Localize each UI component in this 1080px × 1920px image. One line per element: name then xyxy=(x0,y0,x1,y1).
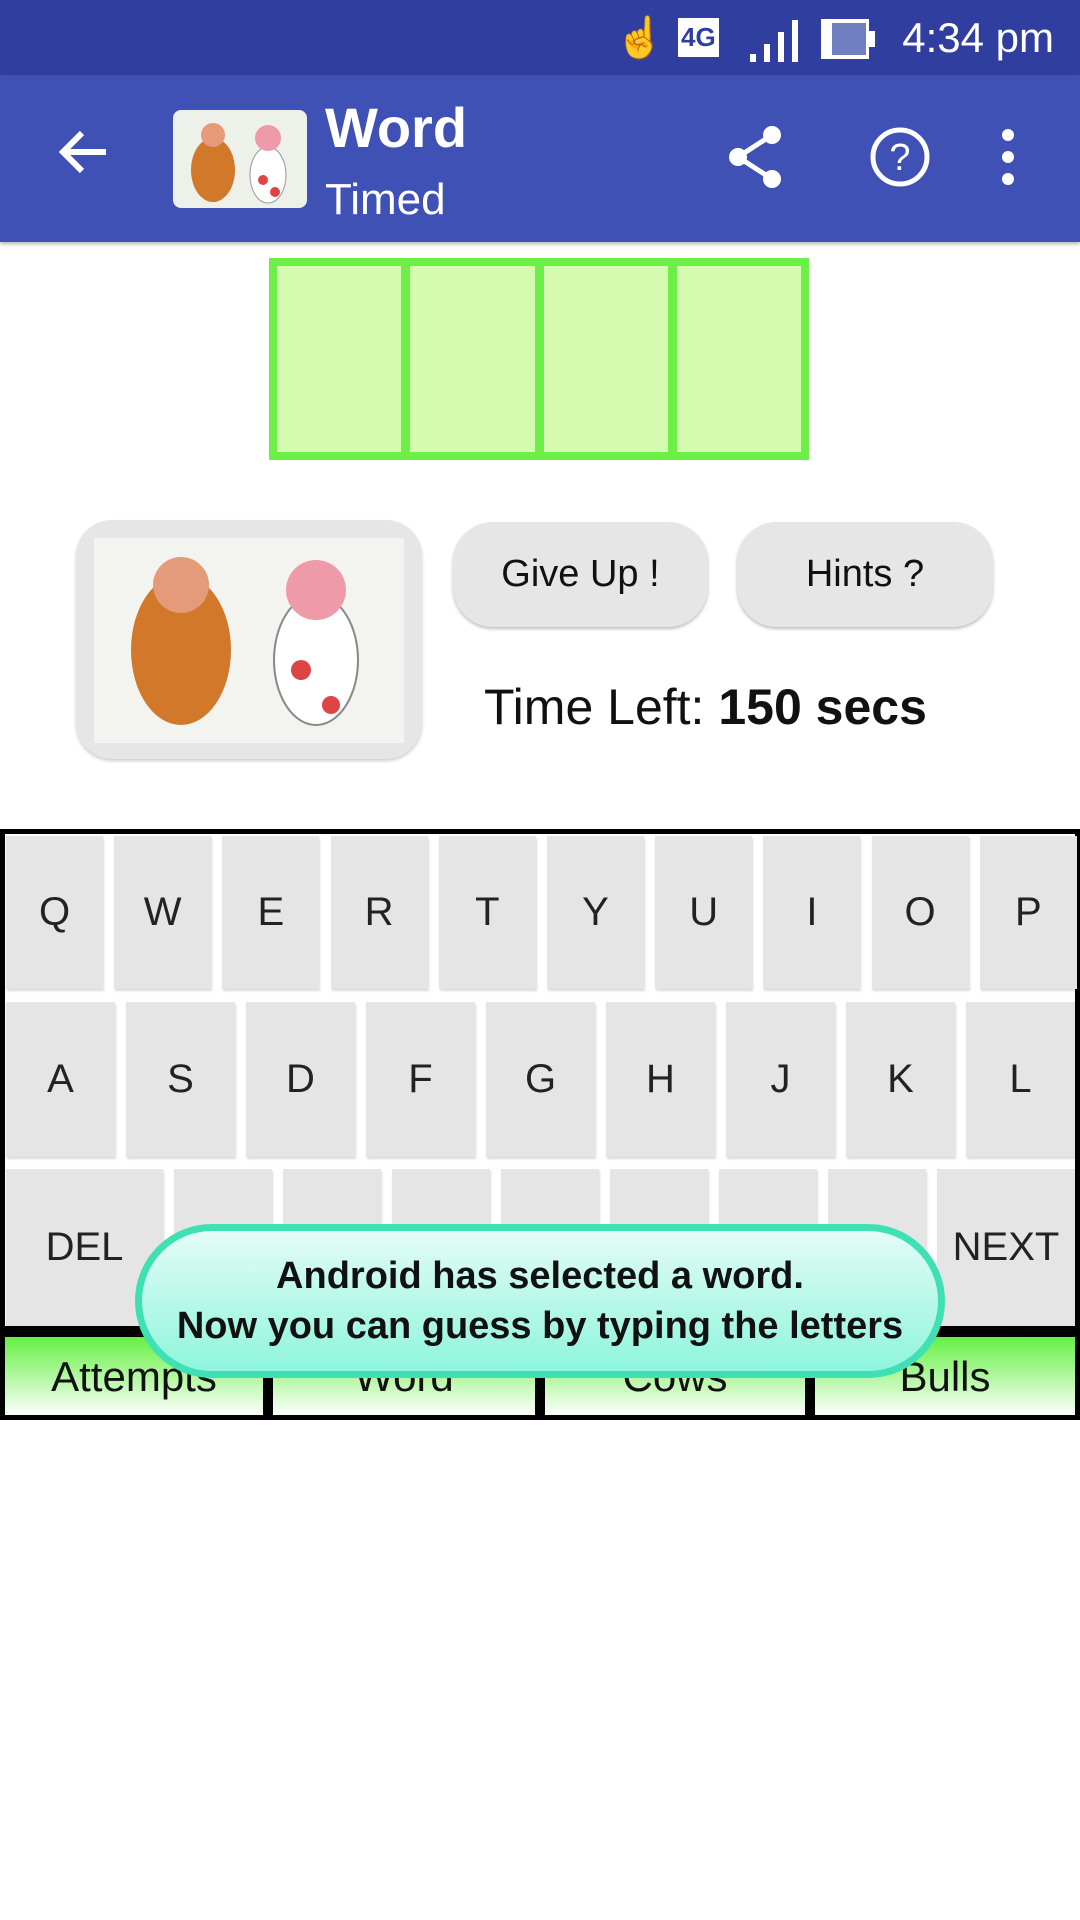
key-a[interactable]: A xyxy=(6,1002,115,1157)
hints-button[interactable]: Hints ? xyxy=(737,522,993,627)
overflow-menu-icon[interactable] xyxy=(998,125,1018,194)
key-i[interactable]: I xyxy=(763,836,861,989)
app-bar: Word Timed ? xyxy=(0,75,1080,242)
key-q[interactable]: Q xyxy=(6,836,103,989)
key-r[interactable]: R xyxy=(330,836,428,989)
key-o[interactable]: O xyxy=(871,836,969,989)
key-y[interactable]: Y xyxy=(547,836,644,989)
toast-message: Android has selected a word. Now you can… xyxy=(135,1224,945,1378)
key-w[interactable]: W xyxy=(114,836,212,989)
app-logo xyxy=(173,110,307,208)
key-e[interactable]: E xyxy=(222,836,320,989)
battery-icon xyxy=(820,18,876,65)
key-l[interactable]: L xyxy=(966,1002,1075,1157)
key-s[interactable]: S xyxy=(126,1002,235,1157)
key-u[interactable]: U xyxy=(655,836,753,989)
status-bar: ☝ 4G 4:34 pm xyxy=(0,0,1080,75)
signal-icon xyxy=(750,18,805,67)
app-title: Word xyxy=(325,96,468,159)
back-arrow-icon[interactable] xyxy=(56,125,110,189)
key-d[interactable]: D xyxy=(246,1002,355,1157)
4g-icon: 4G xyxy=(678,18,719,57)
give-up-button[interactable]: Give Up ! xyxy=(453,522,708,627)
toast-line-2: Now you can guess by typing the letters xyxy=(176,1305,904,1347)
time-left-label: Time Left: xyxy=(484,679,705,735)
key-f[interactable]: F xyxy=(366,1002,475,1157)
key-t[interactable]: T xyxy=(438,836,536,989)
time-left-value: 150 secs xyxy=(718,679,927,735)
key-h[interactable]: H xyxy=(606,1002,715,1157)
key-j[interactable]: J xyxy=(726,1002,835,1157)
share-icon[interactable] xyxy=(726,125,786,194)
key-g[interactable]: G xyxy=(486,1002,595,1157)
key-k[interactable]: K xyxy=(846,1002,955,1157)
table-bottom-border xyxy=(0,1415,1080,1420)
key-next[interactable]: NEXT xyxy=(937,1169,1075,1326)
letter-slot xyxy=(543,266,668,452)
touch-icon: ☝ xyxy=(615,16,665,60)
clock: 4:34 pm xyxy=(902,14,1054,61)
letter-slot xyxy=(410,266,535,452)
toast-line-1: Android has selected a word. xyxy=(276,1255,804,1297)
word-slots xyxy=(269,258,809,460)
letter-slot xyxy=(676,266,801,452)
svg-text:?: ? xyxy=(889,137,910,179)
key-p[interactable]: P xyxy=(979,836,1077,989)
app-subtitle: Timed xyxy=(325,175,446,224)
time-left: Time Left: 150 secs xyxy=(484,678,927,736)
letter-slot xyxy=(277,266,402,452)
cow-bull-image-button[interactable] xyxy=(76,520,422,759)
help-icon[interactable]: ? xyxy=(868,125,932,194)
